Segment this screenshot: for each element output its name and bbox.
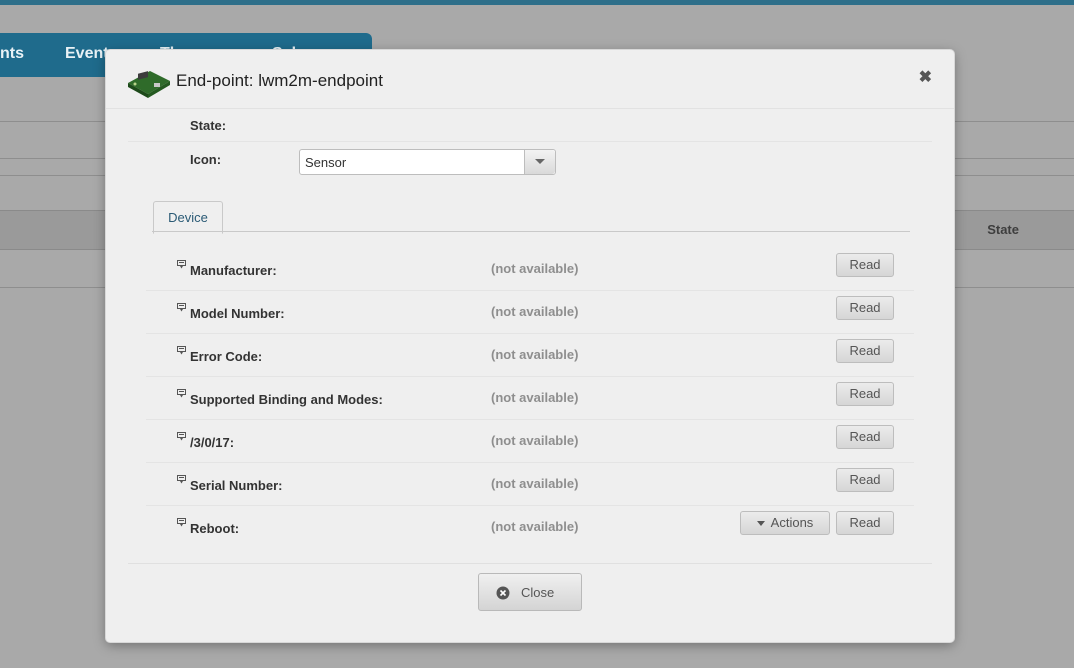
state-label: State: (190, 118, 227, 133)
resource-row-reboot: Reboot: (not available) Actions Read (146, 505, 914, 548)
close-circle-icon (496, 586, 510, 600)
endpoint-dialog: End-point: lwm2m-endpoint ✖ State: Icon:… (106, 50, 954, 642)
close-button[interactable]: Close (478, 573, 582, 611)
resource-label: Reboot: (190, 521, 240, 536)
resource-row-3-0-17: /3/0/17: (not available) Read (146, 419, 914, 463)
state-row: State: (128, 109, 932, 142)
resource-icon (177, 432, 186, 441)
read-button[interactable]: Read (836, 339, 894, 363)
resource-label: Supported Binding and Modes: (190, 392, 383, 407)
resource-row-manufacturer: Manufacturer: (not available) Read (146, 247, 914, 291)
read-button[interactable]: Read (836, 296, 894, 320)
read-button[interactable]: Read (836, 253, 894, 277)
icon-select[interactable]: Sensor (299, 149, 556, 175)
read-button[interactable]: Read (836, 511, 894, 535)
resource-label: /3/0/17: (190, 435, 235, 450)
dialog-title: End-point: lwm2m-endpoint (176, 71, 383, 90)
resource-icon (177, 475, 186, 484)
tab-device[interactable]: Device (153, 201, 223, 234)
resource-label: Serial Number: (190, 478, 283, 493)
resource-row-error-code: Error Code: (not available) Read (146, 333, 914, 377)
background-tab-events[interactable]: Event (65, 45, 109, 63)
resource-label: Error Code: (190, 349, 263, 364)
read-button[interactable]: Read (836, 468, 894, 492)
actions-label: Actions (770, 515, 814, 530)
tab-device-label: Device (168, 210, 208, 225)
resource-value: (not available) (491, 476, 579, 491)
resource-row-binding-modes: Supported Binding and Modes: (not availa… (146, 376, 914, 420)
caret-down-icon (756, 521, 765, 527)
resource-value: (not available) (491, 261, 579, 276)
resource-icon (177, 260, 186, 269)
resource-icon (177, 518, 186, 527)
resource-value: (not available) (491, 304, 579, 319)
actions-button[interactable]: Actions (740, 511, 830, 535)
resource-value: (not available) (491, 519, 579, 534)
resource-icon (177, 389, 186, 398)
resource-value: (not available) (491, 390, 579, 405)
close-icon[interactable]: ✖ (919, 67, 932, 87)
resource-value: (not available) (491, 433, 579, 448)
close-button-label: Close (521, 585, 555, 600)
top-accent-bar (0, 0, 1074, 5)
chevron-down-icon[interactable] (524, 150, 555, 174)
resource-icon (177, 346, 186, 355)
resource-label: Manufacturer: (190, 263, 277, 278)
resource-icon (177, 303, 186, 312)
resource-row-serial-number: Serial Number: (not available) Read (146, 462, 914, 506)
icon-select-value: Sensor (305, 155, 347, 170)
dialog-header: End-point: lwm2m-endpoint ✖ (106, 50, 954, 109)
resource-row-model-number: Model Number: (not available) Read (146, 290, 914, 334)
resource-value: (not available) (491, 347, 579, 362)
background-tab-1[interactable]: nts (0, 45, 24, 63)
device-board-icon (128, 71, 170, 98)
resource-label: Model Number: (190, 306, 285, 321)
background-column-state: State (987, 222, 1019, 237)
read-button[interactable]: Read (836, 425, 894, 449)
read-button[interactable]: Read (836, 382, 894, 406)
footer-divider (128, 563, 932, 564)
tab-bar-line (152, 231, 910, 232)
icon-label: Icon: (190, 152, 222, 167)
